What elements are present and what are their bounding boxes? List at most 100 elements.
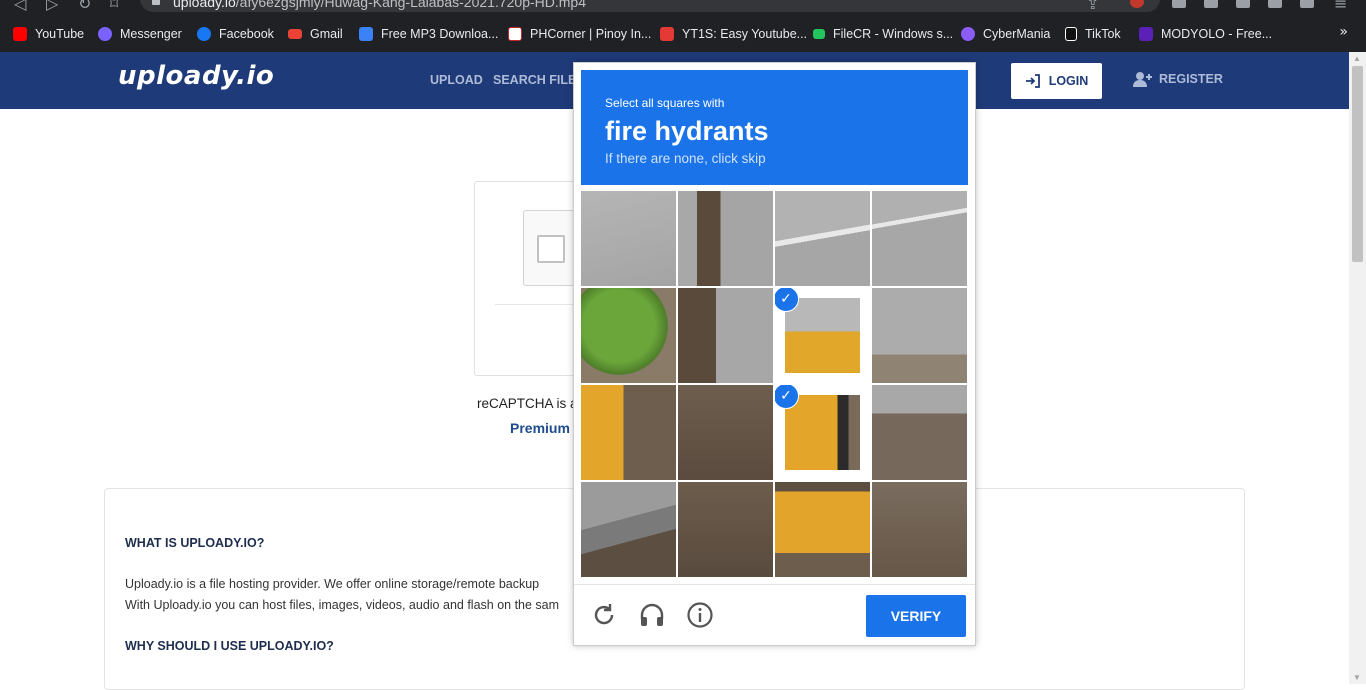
challenge-image-grid: ✓ ✓ bbox=[581, 191, 968, 578]
tile-image bbox=[678, 288, 773, 383]
page-scrollbar[interactable]: ▲ ▼ bbox=[1349, 52, 1366, 684]
more-bookmarks-icon[interactable]: » bbox=[1339, 24, 1348, 40]
recaptcha-checkbox[interactable] bbox=[537, 235, 565, 263]
tile-image bbox=[872, 482, 967, 577]
bookmark-tiktok[interactable]: TikTok bbox=[1065, 22, 1121, 46]
bookmark-free-mp3[interactable]: Free MP3 Downloa... bbox=[359, 22, 498, 46]
challenge-tile[interactable] bbox=[872, 191, 967, 286]
tile-image bbox=[581, 385, 676, 480]
tile-image bbox=[581, 191, 676, 286]
back-icon[interactable]: ◁ bbox=[14, 0, 26, 12]
tile-image bbox=[678, 385, 773, 480]
music-note-icon bbox=[359, 27, 373, 41]
bookmarks-bar: YouTube Messenger Facebook Gmail Free MP… bbox=[0, 22, 1366, 46]
bookmark-modyolo[interactable]: MODYOLO - Free... bbox=[1139, 22, 1272, 46]
challenge-tile[interactable]: ✓ bbox=[775, 385, 870, 480]
tile-image bbox=[581, 288, 676, 383]
challenge-tile[interactable] bbox=[581, 288, 676, 383]
filecr-icon bbox=[813, 29, 825, 39]
bookmark-label: PHCorner | Pinoy In... bbox=[530, 27, 652, 41]
bookmark-filecr[interactable]: FileCR - Windows s... bbox=[813, 22, 953, 46]
nav-search-files[interactable]: SEARCH FILES bbox=[493, 73, 585, 87]
tile-image bbox=[581, 482, 676, 577]
bookmark-label: YouTube bbox=[35, 27, 85, 41]
phcorner-shield-icon bbox=[508, 27, 522, 41]
tile-image bbox=[785, 298, 860, 373]
audio-challenge-icon[interactable] bbox=[638, 601, 666, 629]
tiktok-icon bbox=[1065, 27, 1077, 41]
tile-image bbox=[775, 482, 870, 577]
challenge-tile[interactable] bbox=[581, 385, 676, 480]
url-domain: uploady.io bbox=[173, 0, 236, 10]
challenge-tile[interactable] bbox=[872, 288, 967, 383]
share-icon[interactable]: ⇪ bbox=[1086, 0, 1099, 12]
nav-upload[interactable]: UPLOAD bbox=[430, 73, 483, 87]
challenge-tile[interactable] bbox=[581, 191, 676, 286]
menu-icon[interactable]: ≡ bbox=[1334, 0, 1347, 12]
login-button[interactable]: LOGIN bbox=[1011, 63, 1102, 99]
challenge-tile[interactable] bbox=[775, 191, 870, 286]
media-control-icon[interactable] bbox=[1236, 0, 1250, 8]
bookmark-cybermania[interactable]: CyberMania bbox=[961, 22, 1050, 46]
bookmark-yt1s[interactable]: YT1S: Easy Youtube... bbox=[660, 22, 807, 46]
info-icon[interactable] bbox=[686, 601, 714, 629]
scrollbar-thumb[interactable] bbox=[1352, 66, 1363, 262]
reload-challenge-icon[interactable] bbox=[590, 601, 618, 629]
info-heading-why: WHY SHOULD I USE UPLOADY.IO? bbox=[125, 639, 334, 653]
challenge-tile[interactable] bbox=[678, 191, 773, 286]
challenge-tile[interactable] bbox=[678, 288, 773, 383]
info-paragraph-1: Uploady.io is a file hosting provider. W… bbox=[125, 577, 540, 591]
bookmark-label: Facebook bbox=[219, 27, 274, 41]
reload-icon[interactable]: ↻ bbox=[78, 0, 91, 12]
info-paragraph-2: With Uploady.io you can host files, imag… bbox=[125, 598, 560, 612]
tile-image bbox=[775, 191, 870, 286]
verify-button[interactable]: VERIFY bbox=[866, 595, 966, 637]
wallet-icon[interactable] bbox=[1300, 0, 1314, 8]
tile-image bbox=[872, 385, 967, 480]
download-arrow-icon bbox=[660, 27, 674, 41]
scroll-down-icon[interactable]: ▼ bbox=[1353, 673, 1361, 682]
bookmark-label: FileCR - Windows s... bbox=[833, 27, 954, 41]
challenge-instruction: Select all squares with bbox=[605, 96, 725, 110]
url-text[interactable]: uploady.io/afy6ezgsjmly/Huwag-Kang-Lalab… bbox=[173, 0, 586, 10]
challenge-footer: VERIFY bbox=[574, 584, 975, 646]
bookmark-icon[interactable]: ⌑ bbox=[110, 0, 118, 12]
challenge-tile[interactable] bbox=[872, 385, 967, 480]
challenge-tile[interactable] bbox=[872, 482, 967, 577]
bookmark-facebook[interactable]: Facebook bbox=[197, 22, 274, 46]
register-link[interactable]: REGISTER bbox=[1133, 71, 1223, 87]
scroll-up-icon[interactable]: ▲ bbox=[1353, 54, 1361, 63]
forward-icon[interactable]: ▷ bbox=[46, 0, 58, 12]
bookmark-label: YT1S: Easy Youtube... bbox=[682, 27, 808, 41]
puzzle-extensions-icon[interactable] bbox=[1204, 0, 1218, 8]
screenshot-extension-icon[interactable] bbox=[1172, 0, 1186, 8]
premium-link[interactable]: Premium bbox=[510, 420, 570, 436]
bookmark-phcorner[interactable]: PHCorner | Pinoy In... bbox=[508, 22, 651, 46]
bookmark-label: Free MP3 Downloa... bbox=[381, 27, 499, 41]
recaptcha-challenge: Select all squares with fire hydrants If… bbox=[573, 62, 976, 646]
youtube-icon bbox=[13, 27, 27, 41]
info-heading-what: WHAT IS UPLOADY.IO? bbox=[125, 536, 265, 550]
tile-image bbox=[872, 191, 967, 286]
bookmark-youtube[interactable]: YouTube bbox=[13, 22, 84, 46]
tile-image bbox=[678, 482, 773, 577]
challenge-header: Select all squares with fire hydrants If… bbox=[581, 70, 968, 185]
challenge-tile[interactable] bbox=[678, 385, 773, 480]
challenge-tile[interactable] bbox=[775, 482, 870, 577]
challenge-target: fire hydrants bbox=[605, 116, 769, 146]
tile-image bbox=[785, 395, 860, 470]
modyolo-icon bbox=[1139, 27, 1153, 41]
challenge-tile[interactable] bbox=[581, 482, 676, 577]
browser-toolbar: ◁ ▷ ↻ ⌑ uploady.io/afy6ezgsjmly/Huwag-Ka… bbox=[0, 0, 1366, 12]
facebook-icon bbox=[197, 27, 211, 41]
challenge-tile[interactable]: ✓ bbox=[775, 288, 870, 383]
sidebar-icon[interactable] bbox=[1268, 0, 1282, 8]
bookmark-label: Gmail bbox=[310, 27, 343, 41]
register-label: REGISTER bbox=[1159, 72, 1223, 86]
site-logo[interactable]: uploady.io bbox=[118, 61, 274, 91]
recaptcha-notice: reCAPTCHA is a bbox=[477, 396, 578, 411]
bookmark-messenger[interactable]: Messenger bbox=[98, 22, 182, 46]
challenge-tile[interactable] bbox=[678, 482, 773, 577]
lock-icon bbox=[152, 0, 160, 5]
bookmark-gmail[interactable]: Gmail bbox=[288, 22, 343, 46]
